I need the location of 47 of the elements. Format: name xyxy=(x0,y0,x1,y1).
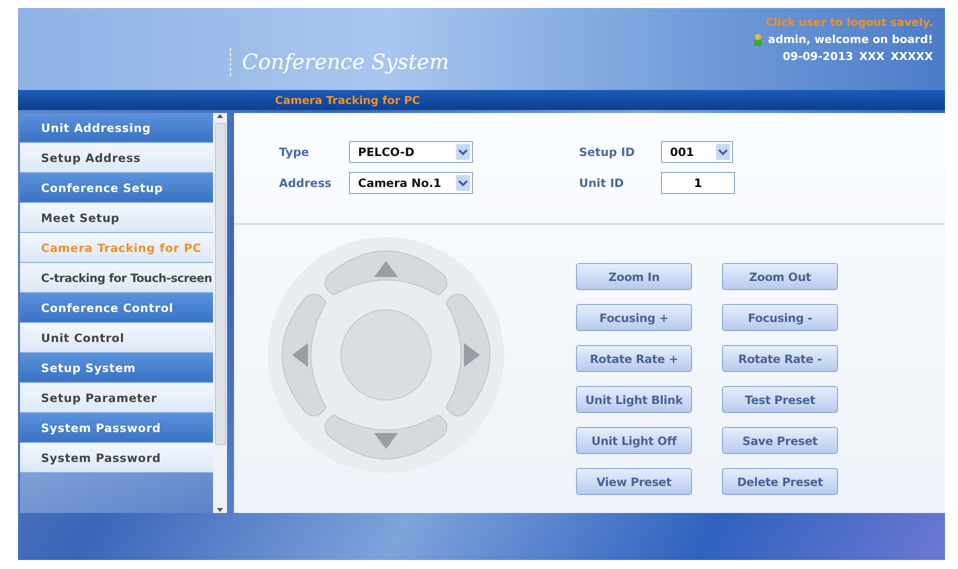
control-button[interactable]: Rotate Rate + xyxy=(576,345,692,372)
control-button[interactable]: View Preset xyxy=(576,468,692,495)
welcome-link[interactable]: admin, welcome on board! xyxy=(768,33,933,46)
control-button[interactable]: Unit Light Off xyxy=(576,427,692,454)
field-label: Setup ID xyxy=(579,145,636,159)
page-title: Camera Tracking for PC xyxy=(275,94,420,106)
date-text: 09-09-2013 xyxy=(782,50,854,63)
dropdown[interactable]: 001 xyxy=(661,141,733,163)
menu-section-header[interactable]: Conference Control xyxy=(20,293,213,323)
input-field[interactable]: 1 xyxy=(661,172,735,194)
down-arrow-button[interactable] xyxy=(324,414,448,460)
menu-item[interactable]: Meet Setup xyxy=(20,203,213,233)
menu-section-header[interactable]: Unit Addressing xyxy=(20,113,213,143)
right-arrow-button[interactable] xyxy=(446,294,490,416)
menu-section-header[interactable]: Setup System xyxy=(20,353,213,383)
control-button[interactable]: Focusing + xyxy=(576,304,692,331)
user-icon xyxy=(754,34,762,46)
menu-item[interactable]: C-tracking for Touch-screen xyxy=(20,263,213,293)
time-text: XXXXX xyxy=(890,50,933,63)
center-button[interactable] xyxy=(340,310,432,400)
left-arrow-button[interactable] xyxy=(282,294,326,416)
dropdown[interactable]: PELCO-D xyxy=(349,141,473,163)
field-label: Address xyxy=(279,176,333,190)
menu-section-header[interactable]: System Password xyxy=(20,413,213,443)
menu-item[interactable]: Setup Parameter xyxy=(20,383,213,413)
field-label: Type xyxy=(279,145,310,159)
time-text: XXX xyxy=(859,50,885,63)
menu-item[interactable]: Setup Address xyxy=(20,143,213,173)
control-button[interactable]: Focusing - xyxy=(722,304,838,331)
up-arrow-button[interactable] xyxy=(324,250,448,296)
control-button[interactable]: Zoom In xyxy=(576,263,692,290)
scroll-up-icon[interactable] xyxy=(217,113,223,119)
menu-item[interactable]: System Password xyxy=(20,443,213,473)
field-label: Unit ID xyxy=(579,176,625,190)
dropdown[interactable]: Camera No.1 xyxy=(349,172,473,194)
control-button[interactable]: Save Preset xyxy=(722,427,838,454)
scroll-down-icon[interactable] xyxy=(217,507,223,513)
logout-hint: Click user to logout savely. xyxy=(766,16,933,29)
control-button[interactable]: Zoom Out xyxy=(722,263,838,290)
control-button[interactable]: Delete Preset xyxy=(722,468,838,495)
control-button[interactable]: Unit Light Blink xyxy=(576,386,692,413)
app-title: Conference System xyxy=(242,50,450,74)
menu-section-header[interactable]: Conference Setup xyxy=(20,173,213,203)
control-button[interactable]: Test Preset xyxy=(722,386,838,413)
menu-item[interactable]: Unit Control xyxy=(20,323,213,353)
scrollbar[interactable] xyxy=(213,113,227,513)
control-button[interactable]: Rotate Rate - xyxy=(722,345,838,372)
